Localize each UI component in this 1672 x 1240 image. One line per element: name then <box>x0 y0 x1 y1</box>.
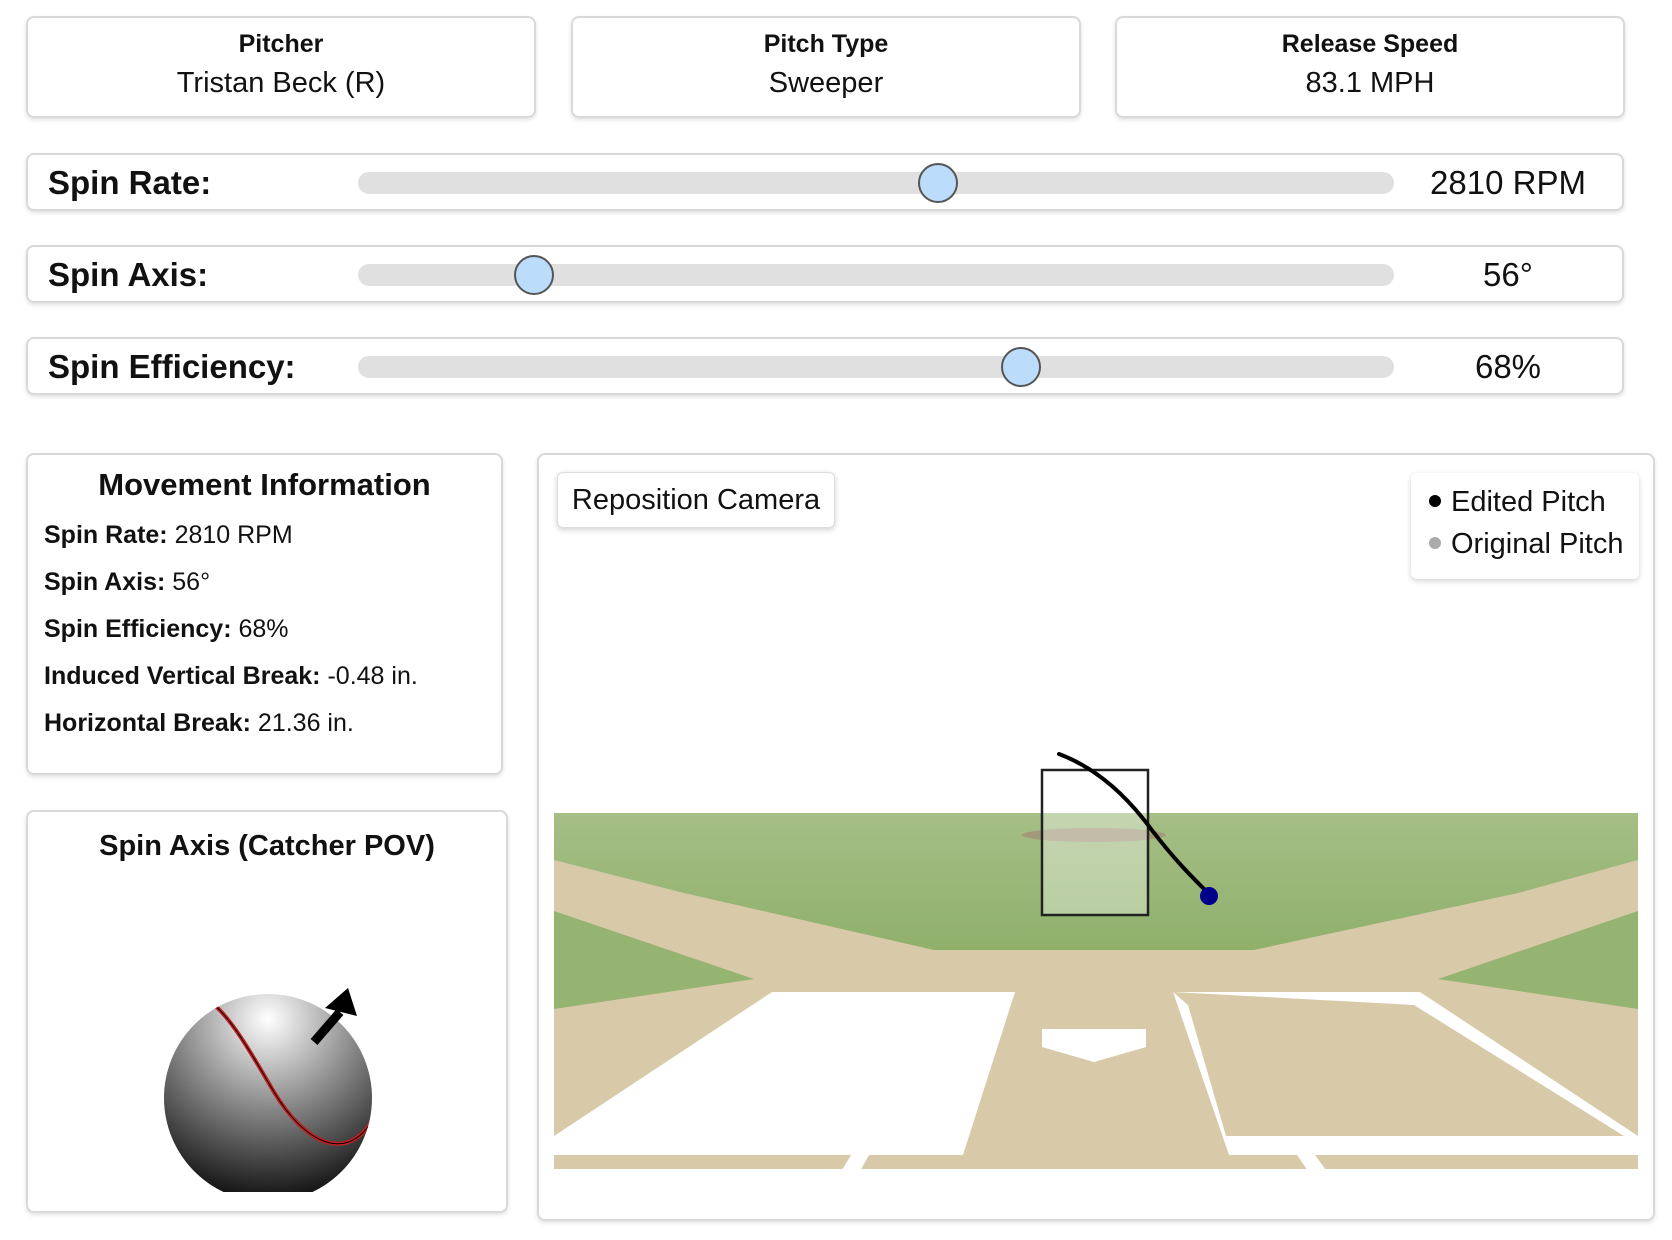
release-speed-label: Release Speed <box>1281 30 1459 58</box>
ball-sphere <box>164 994 372 1192</box>
spin-axis-slider-label: Spin Axis: <box>48 256 209 293</box>
legend-item-original-pitch: Original Pitch <box>1429 528 1623 561</box>
legend-dot-original <box>1429 537 1441 550</box>
spin-efficiency-slider-value: 68% <box>1474 348 1542 385</box>
movement-key: Spin Rate: <box>44 521 168 549</box>
movement-row: Horizontal Break: 21.36 in. <box>44 709 354 738</box>
pitcher-value: Tristan Beck (R) <box>176 67 386 99</box>
pitch-type-value: Sweeper <box>768 67 884 99</box>
legend-dot-edited <box>1429 495 1441 508</box>
spin-axis-slider-value: 56° <box>1483 256 1533 293</box>
movement-value: 21.36 in. <box>250 709 354 737</box>
reposition-camera-button[interactable]: Reposition Camera <box>557 472 835 528</box>
movement-key: Induced Vertical Break: <box>44 662 321 690</box>
spin-rate-slider-label: Spin Rate: <box>48 164 212 201</box>
movement-information-title: Movement Information <box>98 467 431 502</box>
strike-zone <box>1040 768 1150 917</box>
spin-efficiency-slider-thumb[interactable] <box>1001 347 1042 387</box>
spin-axis-panel: Spin Axis (Catcher POV) <box>26 810 508 1213</box>
spin-rate-slider[interactable] <box>358 163 1394 203</box>
spin-axis-slider[interactable] <box>358 255 1394 295</box>
pitch-type-card: Pitch Type Sweeper <box>571 16 1081 118</box>
ball-marker <box>1200 887 1218 905</box>
pitcher-card: Pitcher Tristan Beck (R) <box>26 16 536 118</box>
spin-efficiency-slider[interactable] <box>358 347 1394 387</box>
spin-axis-visual <box>164 988 372 1192</box>
spin-efficiency-slider-label: Spin Efficiency: <box>48 348 296 385</box>
movement-row: Spin Efficiency: 68% <box>44 615 289 644</box>
spin-efficiency-slider-row: Spin Efficiency: 68% <box>26 337 1624 395</box>
spin-axis-slider-thumb[interactable] <box>514 255 555 295</box>
pitch-type-label: Pitch Type <box>763 30 889 58</box>
movement-key: Horizontal Break: <box>44 709 251 737</box>
legend-label: Original Pitch <box>1451 528 1624 560</box>
release-speed-card: Release Speed 83.1 MPH <box>1115 16 1625 118</box>
movement-value: 56° <box>165 568 211 596</box>
pitch-legend: Edited Pitch Original Pitch <box>1411 473 1639 579</box>
pitch-field-view: Reposition Camera Edited Pitch Original … <box>537 453 1655 1221</box>
movement-value: 2810 RPM <box>167 521 293 549</box>
movement-row: Spin Rate: 2810 RPM <box>44 521 293 550</box>
movement-value: -0.48 in. <box>320 662 418 690</box>
spin-axis-arrow-icon <box>325 988 357 1016</box>
movement-row: Spin Axis: 56° <box>44 568 210 597</box>
legend-item-edited-pitch: Edited Pitch <box>1429 486 1606 519</box>
spin-axis-slider-row: Spin Axis: 56° <box>26 245 1624 303</box>
movement-key: Spin Axis: <box>44 568 166 596</box>
legend-label: Edited Pitch <box>1451 486 1606 518</box>
release-speed-value: 83.1 MPH <box>1305 67 1435 99</box>
spin-rate-slider-thumb[interactable] <box>918 163 959 203</box>
movement-information-panel: Movement Information Spin Rate: 2810 RPM… <box>26 453 503 775</box>
movement-value: 68% <box>231 615 289 643</box>
spin-rate-slider-value: 2810 RPM <box>1430 164 1586 201</box>
spin-rate-slider-row: Spin Rate: 2810 RPM <box>26 153 1624 211</box>
movement-row: Induced Vertical Break: -0.48 in. <box>44 662 418 691</box>
pitcher-label: Pitcher <box>238 30 324 58</box>
movement-key: Spin Efficiency: <box>44 615 232 643</box>
